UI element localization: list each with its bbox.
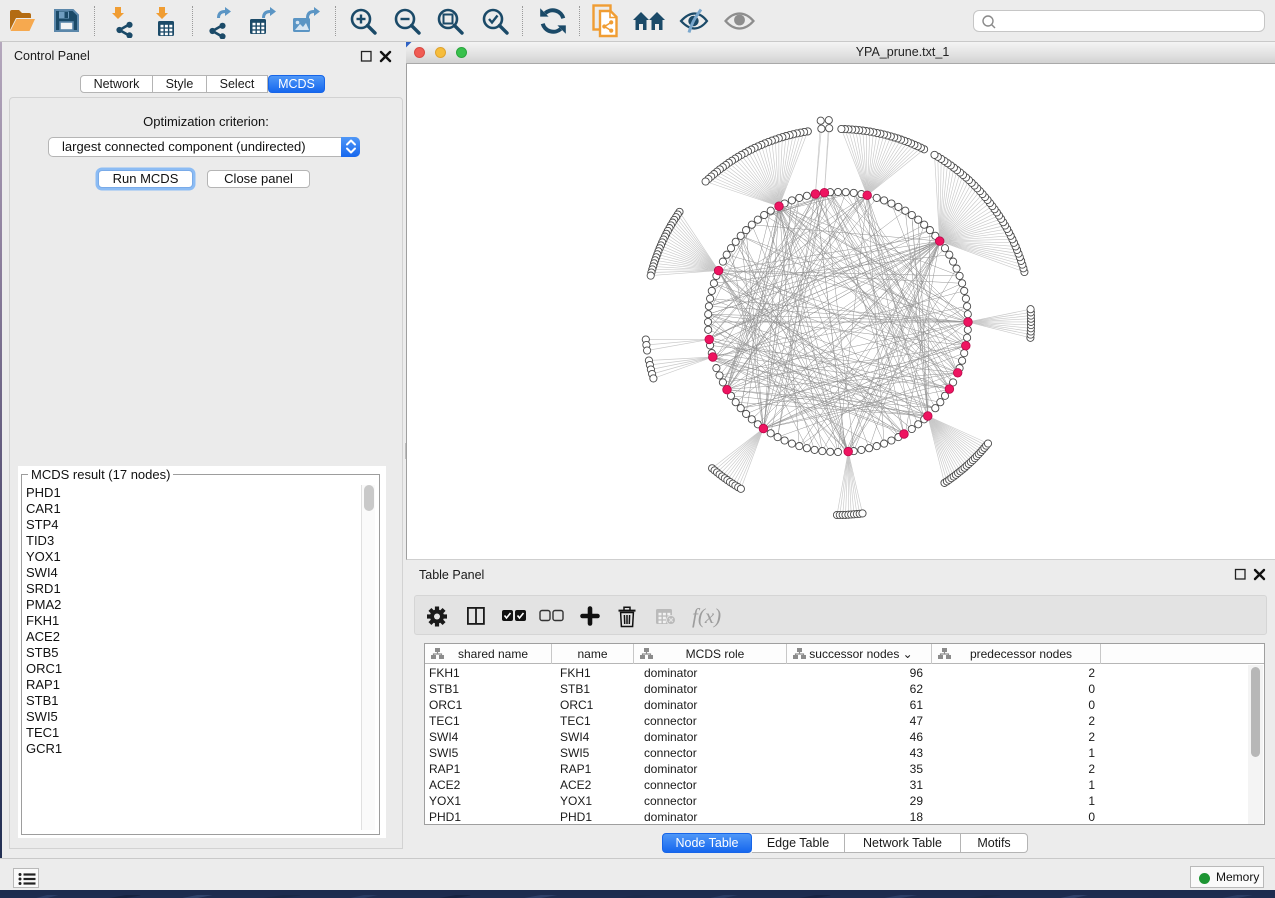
svg-text:f(x): f(x) bbox=[692, 604, 721, 628]
